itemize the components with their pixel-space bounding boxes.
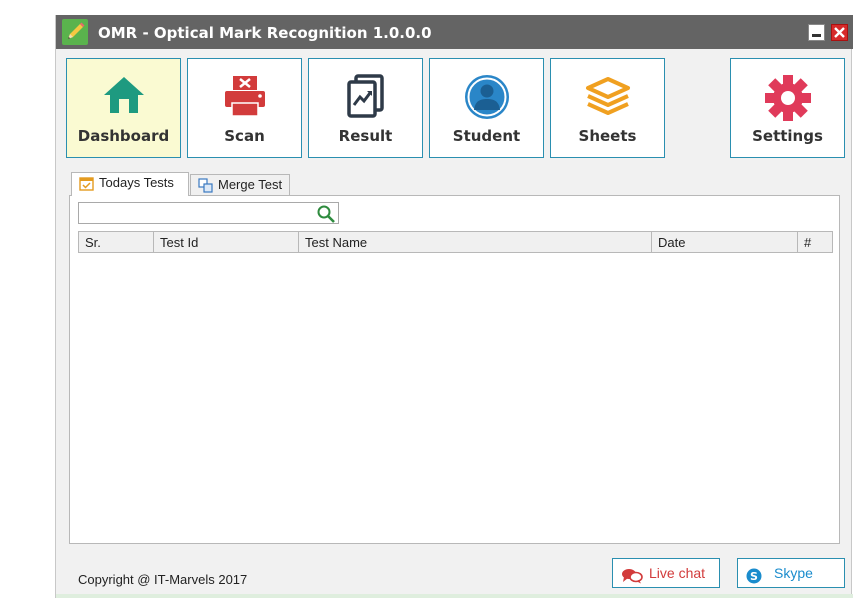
tab-label: Todays Tests: [99, 175, 174, 190]
result-chart-icon: [309, 73, 422, 123]
home-icon: [67, 73, 180, 123]
nav-result-button[interactable]: Result: [308, 58, 423, 158]
pencil-icon: [62, 19, 88, 45]
tests-grid-header: Sr. Test Id Test Name Date #: [78, 231, 833, 253]
window-title: OMR - Optical Mark Recognition 1.0.0.0: [98, 24, 432, 42]
search-input[interactable]: [81, 204, 311, 222]
column-header-hash[interactable]: #: [797, 232, 832, 252]
nav-sheets-button[interactable]: Sheets: [550, 58, 665, 158]
tab-merge-test[interactable]: Merge Test: [190, 174, 290, 196]
nav-label: Sheets: [578, 127, 637, 145]
layers-icon: [551, 73, 664, 123]
column-header-date[interactable]: Date: [651, 232, 797, 252]
nav-label: Scan: [224, 127, 265, 145]
nav-label: Result: [338, 127, 393, 145]
minimize-button[interactable]: [808, 24, 825, 41]
column-header-sr[interactable]: Sr.: [79, 232, 153, 252]
close-icon: [834, 27, 845, 38]
nav-dashboard-button[interactable]: Dashboard: [66, 58, 181, 158]
column-header-test-id[interactable]: Test Id: [153, 232, 298, 252]
close-button[interactable]: [831, 24, 848, 41]
chat-bubble-icon: [621, 565, 643, 593]
tab-todays-tests[interactable]: Todays Tests: [71, 172, 189, 196]
copyright-text: Copyright @ IT-Marvels 2017: [78, 572, 248, 587]
column-header-test-name[interactable]: Test Name: [298, 232, 651, 252]
status-strip: [56, 594, 853, 598]
live-chat-label: Live chat: [649, 565, 706, 581]
app-window: OMR - Optical Mark Recognition 1.0.0.0 D…: [55, 15, 853, 598]
calendar-check-icon: [79, 176, 94, 197]
skype-button[interactable]: S Skype: [737, 558, 845, 588]
nav-label: Student: [452, 127, 521, 145]
nav-scan-button[interactable]: Scan: [187, 58, 302, 158]
nav-student-button[interactable]: Student: [429, 58, 544, 158]
skype-icon: S: [746, 565, 762, 593]
skype-label: Skype: [774, 565, 813, 581]
tab-label: Merge Test: [218, 177, 283, 192]
live-chat-button[interactable]: Live chat: [612, 558, 720, 588]
title-bar[interactable]: OMR - Optical Mark Recognition 1.0.0.0: [56, 15, 853, 49]
nav-settings-button[interactable]: Settings: [730, 58, 845, 158]
gear-icon: [731, 73, 844, 123]
nav-label: Dashboard: [77, 127, 170, 145]
svg-text:S: S: [750, 570, 758, 583]
search-icon[interactable]: [316, 204, 336, 229]
scanner-icon: [188, 73, 301, 123]
search-box[interactable]: [78, 202, 339, 224]
user-avatar-icon: [430, 73, 543, 123]
nav-label: Settings: [752, 127, 823, 145]
